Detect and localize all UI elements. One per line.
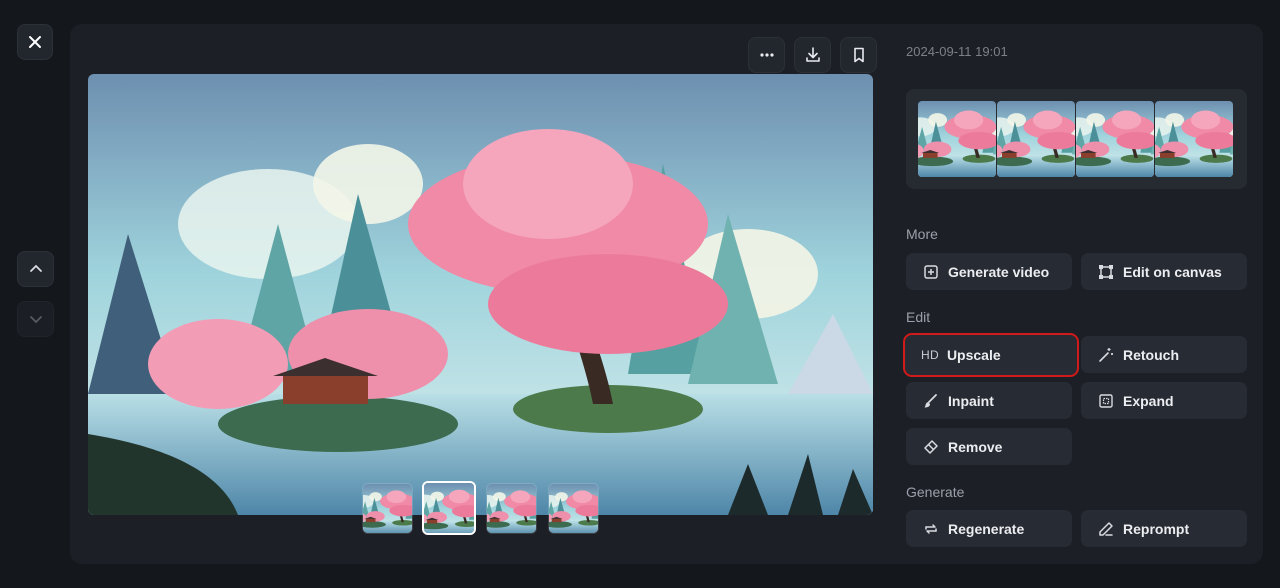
hd-icon: HD <box>921 348 939 362</box>
upscale-button[interactable]: HD Upscale <box>903 333 1079 377</box>
previous-image-button[interactable] <box>17 251 54 287</box>
edit-on-canvas-button[interactable]: Edit on canvas <box>1081 253 1247 290</box>
reprompt-button[interactable]: Reprompt <box>1081 510 1247 547</box>
more-options-button[interactable] <box>748 37 785 73</box>
section-label-more: More <box>906 226 938 242</box>
expand-label: Expand <box>1123 392 1174 409</box>
retouch-button[interactable]: Retouch <box>1081 336 1247 373</box>
pencil-icon <box>1097 520 1115 538</box>
variant-previews <box>906 89 1247 189</box>
section-label-edit: Edit <box>906 309 931 325</box>
created-timestamp: 2024-09-11 19:01 <box>906 44 1008 59</box>
thumbnail-1[interactable] <box>362 483 413 534</box>
thumbnail-3[interactable] <box>486 483 537 534</box>
expand-button[interactable]: Expand <box>1081 382 1247 419</box>
variant-3[interactable] <box>1076 101 1154 177</box>
variant-1[interactable] <box>918 101 996 177</box>
generate-video-label: Generate video <box>948 263 1050 280</box>
download-icon <box>805 47 820 62</box>
chevron-down-icon <box>29 316 42 324</box>
upscale-label: Upscale <box>946 347 1001 363</box>
refresh-icon <box>922 520 940 538</box>
variant-4[interactable] <box>1155 101 1233 177</box>
remove-label: Remove <box>948 438 1003 455</box>
inpaint-label: Inpaint <box>948 392 994 409</box>
main-generated-image <box>88 74 873 515</box>
variant-2[interactable] <box>997 101 1075 177</box>
retouch-label: Retouch <box>1123 346 1179 363</box>
video-plus-icon <box>922 263 940 281</box>
thumbnail-2-selected[interactable] <box>422 481 476 535</box>
eraser-icon <box>922 438 940 456</box>
bookmark-icon <box>853 47 864 63</box>
thumbnail-4[interactable] <box>548 483 599 534</box>
edit-on-canvas-label: Edit on canvas <box>1123 263 1222 280</box>
section-label-generate: Generate <box>906 484 965 500</box>
inpaint-brush-icon <box>922 392 940 410</box>
close-button[interactable] <box>17 24 53 60</box>
bookmark-button[interactable] <box>840 37 877 73</box>
next-image-button[interactable] <box>17 301 54 337</box>
generate-video-button[interactable]: Generate video <box>906 253 1072 290</box>
reprompt-label: Reprompt <box>1123 520 1190 537</box>
canvas-frame-icon <box>1097 263 1115 281</box>
more-icon <box>759 53 774 57</box>
expand-icon <box>1097 392 1115 410</box>
regenerate-button[interactable]: Regenerate <box>906 510 1072 547</box>
close-icon <box>29 36 41 48</box>
chevron-up-icon <box>29 264 42 272</box>
magic-wand-icon <box>1097 346 1115 364</box>
regenerate-label: Regenerate <box>948 520 1025 537</box>
download-button[interactable] <box>794 37 831 73</box>
remove-button[interactable]: Remove <box>906 428 1072 465</box>
inpaint-button[interactable]: Inpaint <box>906 382 1072 419</box>
